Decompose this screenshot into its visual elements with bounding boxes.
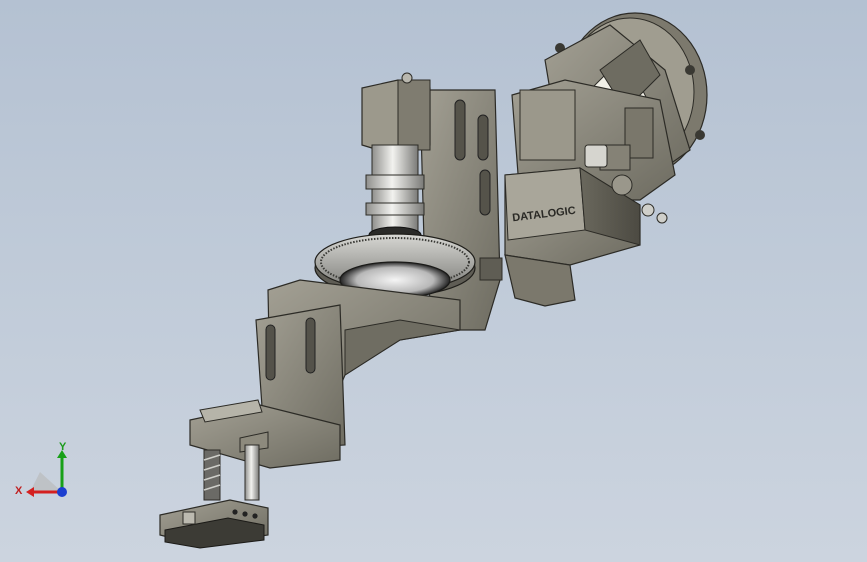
top-motor-block: [361, 72, 431, 156]
axis-triad: X Y: [10, 440, 80, 510]
x-axis-label: X: [15, 485, 23, 497]
triad-graphic: [26, 450, 67, 497]
y-axis-label: Y: [59, 441, 67, 453]
vertical-mount-plate: [419, 89, 501, 331]
3d-model-view[interactable]: DATALOGIC: [0, 0, 867, 562]
gripper-pad: [159, 499, 269, 549]
z-axis-dot: [57, 487, 67, 497]
lens-barrel: [365, 144, 425, 244]
cad-viewport[interactable]: DATALOGIC X Y: [0, 0, 867, 562]
